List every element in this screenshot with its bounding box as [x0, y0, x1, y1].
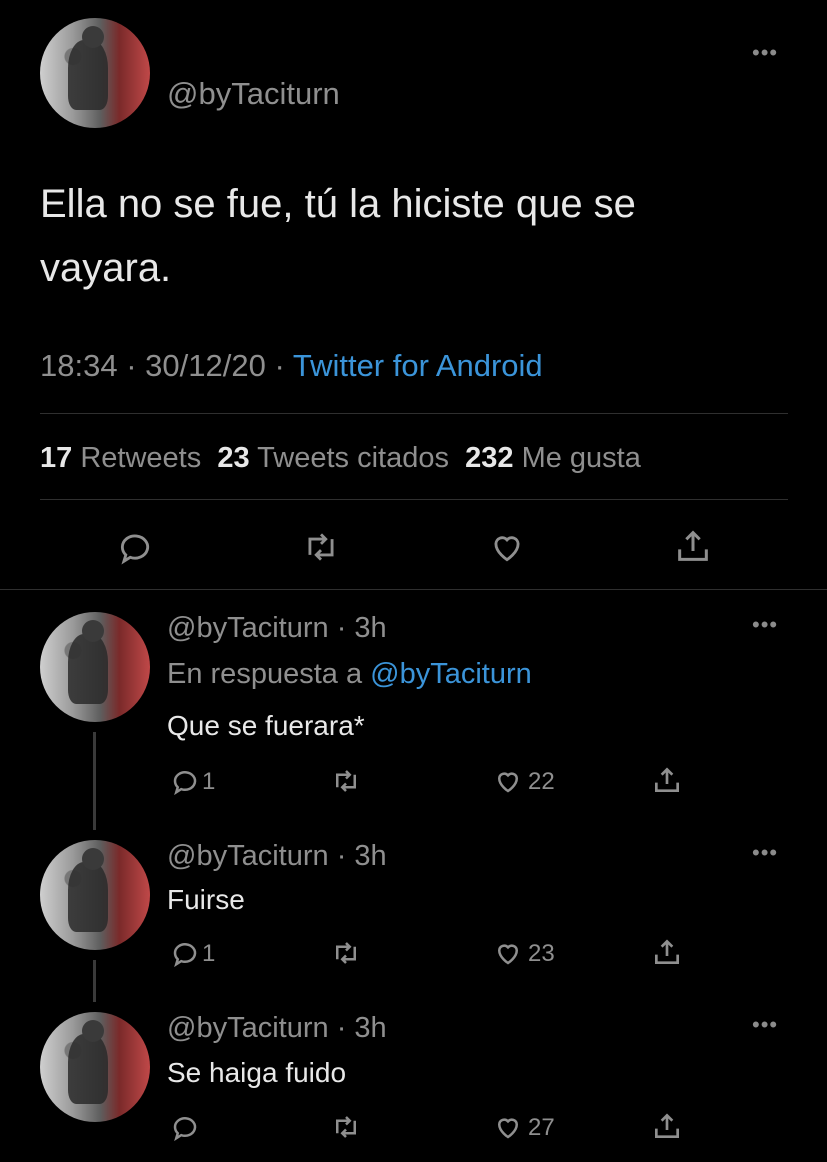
tweet-stats: 17 Retweets 23 Tweets citados 232 Me gus…: [40, 442, 641, 475]
divider: [40, 499, 788, 500]
reply-time: · 3h: [336, 612, 387, 644]
reply-icon[interactable]: [170, 1112, 200, 1142]
likes-label: Me gusta: [521, 442, 641, 474]
more-icon[interactable]: •••: [752, 840, 778, 866]
reply-text: Fuirse: [167, 884, 245, 915]
avatar[interactable]: [40, 18, 150, 128]
tweet-date: 30/12/20: [145, 348, 266, 383]
avatar[interactable]: [40, 840, 150, 950]
avatar-head: [82, 1020, 104, 1042]
tweet-time: 18:34: [40, 348, 118, 383]
meta-separator: ·: [274, 348, 285, 383]
meta-separator: ·: [126, 348, 137, 383]
avatar-head: [82, 848, 104, 870]
reply-count: 1: [202, 768, 216, 795]
more-icon[interactable]: •••: [752, 40, 778, 66]
avatar-head: [82, 26, 104, 48]
reply-prefix: En respuesta a: [167, 658, 363, 690]
retweet-icon[interactable]: [301, 528, 341, 566]
reply-handle[interactable]: @byTaciturn: [167, 840, 329, 872]
quotes-count: 23: [217, 442, 250, 474]
avatar-figure: [68, 862, 108, 932]
tweet-text-line2: vayara.: [40, 246, 172, 290]
tweet-text-line1: Ella no se fue, tú la hiciste que se: [40, 182, 636, 226]
share-icon[interactable]: [673, 526, 713, 566]
reply-count: 1: [202, 940, 216, 967]
likes-stat[interactable]: 232 Me gusta: [465, 442, 641, 474]
avatar[interactable]: [40, 612, 150, 722]
reply-header: @byTaciturn · 3h: [167, 840, 387, 873]
retweets-stat[interactable]: 17 Retweets: [40, 442, 201, 474]
avatar-figure: [68, 634, 108, 704]
retweets-label: Retweets: [80, 442, 202, 474]
reply-text: Se haiga fuido: [167, 1057, 347, 1088]
reply-to-link[interactable]: @byTaciturn: [370, 658, 532, 690]
reply-handle[interactable]: @byTaciturn: [167, 612, 329, 644]
reply-context: En respuesta a @byTaciturn: [167, 658, 532, 691]
retweet-icon[interactable]: [330, 1112, 362, 1142]
main-handle[interactable]: @byTaciturn: [167, 76, 340, 112]
reply-header: @byTaciturn · 3h: [167, 612, 387, 645]
share-icon[interactable]: [651, 936, 683, 968]
like-icon[interactable]: [492, 938, 524, 968]
retweet-icon[interactable]: [330, 766, 362, 796]
more-icon[interactable]: •••: [752, 1012, 778, 1038]
retweets-count: 17: [40, 442, 73, 474]
share-icon[interactable]: [651, 1110, 683, 1142]
avatar-figure: [68, 1034, 108, 1104]
like-icon[interactable]: [487, 528, 527, 566]
divider: [40, 413, 788, 414]
like-icon[interactable]: [492, 1112, 524, 1142]
reply-text: Que se fuerara*: [167, 710, 365, 741]
like-icon[interactable]: [492, 766, 524, 796]
likes-count: 232: [465, 442, 514, 474]
avatar-figure: [68, 40, 108, 110]
share-icon[interactable]: [651, 764, 683, 796]
reply-time: · 3h: [336, 840, 387, 872]
reply-time: · 3h: [336, 1012, 387, 1044]
quotes-stat[interactable]: 23 Tweets citados: [217, 442, 449, 474]
like-count: 22: [528, 768, 555, 795]
divider: [0, 589, 827, 590]
reply-icon[interactable]: [116, 528, 154, 566]
like-count: 23: [528, 940, 555, 967]
thread-line: [93, 732, 96, 830]
avatar[interactable]: [40, 1012, 150, 1122]
reply-icon[interactable]: [170, 766, 200, 796]
reply-icon[interactable]: [170, 938, 200, 968]
thread-line: [93, 960, 96, 1002]
more-icon[interactable]: •••: [752, 612, 778, 638]
reply-header: @byTaciturn · 3h: [167, 1012, 387, 1045]
retweet-icon[interactable]: [330, 938, 362, 968]
like-count: 27: [528, 1114, 555, 1141]
avatar-head: [82, 620, 104, 642]
tweet-source-link[interactable]: Twitter for Android: [293, 348, 543, 383]
tweet-meta: 18:34 · 30/12/20 · Twitter for Android: [40, 348, 543, 384]
reply-handle[interactable]: @byTaciturn: [167, 1012, 329, 1044]
quotes-label: Tweets citados: [257, 442, 449, 474]
